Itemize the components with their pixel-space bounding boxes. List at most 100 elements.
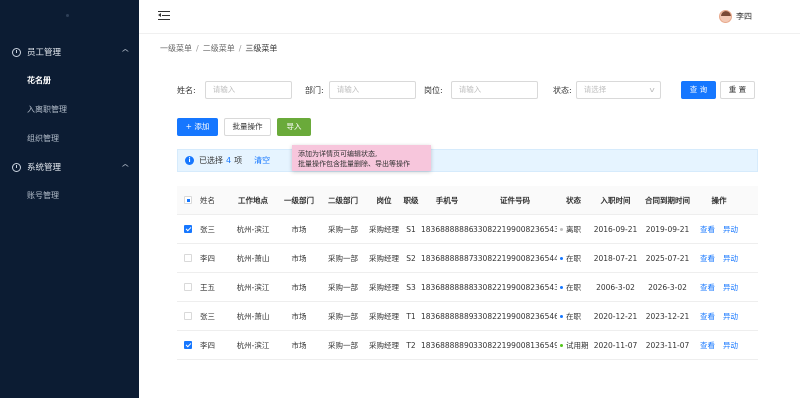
cell-dept2: 采购一部 — [328, 282, 358, 292]
cell-dept1: 市场 — [291, 282, 307, 292]
clock-icon — [12, 47, 21, 57]
checkbox — [184, 196, 192, 204]
header-cell: 职级 — [403, 195, 419, 205]
cell-id-number: 330822199008236546 — [473, 311, 557, 321]
breadcrumb-item[interactable]: 一级菜单 — [160, 44, 192, 53]
view-link[interactable]: 查看 — [700, 340, 715, 351]
cell-level: S1 — [406, 224, 416, 234]
cell-status: 在职 — [557, 282, 590, 293]
header-cell: 合同到期时间 — [645, 195, 690, 205]
cell-level: S2 — [406, 253, 416, 263]
name-label: 姓名: — [177, 85, 196, 95]
cell-dept2: 采购一部 — [328, 340, 358, 350]
nav-group-system[interactable]: 系统管理 ^ — [0, 153, 139, 181]
row-checkbox[interactable] — [177, 254, 199, 262]
cell-expire-date: 2023-11-07 — [645, 340, 690, 350]
row-checkbox[interactable] — [177, 312, 199, 320]
cell-position: 采购经理 — [369, 282, 399, 292]
header-cell: 姓名 — [200, 195, 215, 205]
cell-expire-date: 2023-12-21 — [645, 311, 690, 321]
position-label: 岗位: — [424, 85, 443, 95]
status-dot — [560, 228, 563, 231]
cell-location: 杭州-萧山 — [236, 253, 270, 263]
logo-area — [0, 0, 139, 34]
cell-phone: 18368888886 — [421, 224, 473, 234]
nav-item-accounts[interactable]: 账号管理 — [0, 181, 139, 210]
status-select[interactable]: 请选择 v — [575, 81, 661, 99]
user-menu[interactable]: 李四 — [719, 10, 752, 23]
cell-entry-date: 2020-11-07 — [593, 340, 638, 350]
table-row: 李四 杭州-萧山 市场 采购一部 采购经理 S2 18368888887 3308221990… — [177, 244, 758, 273]
status-text: 在职 — [566, 253, 581, 263]
row-checkbox[interactable] — [177, 283, 199, 291]
add-button[interactable]: + 添加 — [177, 118, 218, 136]
status-dot — [560, 344, 563, 347]
nav-item-organization[interactable]: 组织管理 — [0, 124, 139, 153]
change-link[interactable]: 异动 — [723, 340, 738, 351]
cell-status: 离职 — [557, 224, 590, 235]
cell-name: 张三 — [200, 224, 215, 234]
view-link[interactable]: 查看 — [700, 311, 715, 322]
dept-input[interactable]: 请输入 — [328, 81, 416, 99]
cell-position: 采购经理 — [369, 340, 399, 350]
cell-id-number: 330822199008136549 — [473, 340, 557, 350]
status-text: 试用期 — [566, 340, 589, 350]
status-label: 状态: — [553, 85, 572, 95]
nav-group-employee[interactable]: 员工管理 ^ — [0, 38, 139, 66]
status-text: 离职 — [566, 224, 581, 234]
cell-expire-date: 2025-07-21 — [645, 253, 690, 263]
cell-id-number: 330822199008236544 — [473, 253, 557, 263]
selection-alert: i 已选择 4 项 清空 — [177, 149, 758, 172]
cell-phone: 18368888887 — [421, 253, 473, 263]
annotation-tooltip: 添加为详情页可编辑状态, 批量操作包含批量删除、导出等操作 — [292, 145, 431, 171]
info-icon: i — [185, 156, 194, 165]
breadcrumb-item: 三级菜单 — [245, 44, 278, 53]
batch-operation-button[interactable]: 批量操作 — [224, 118, 271, 136]
name-input[interactable]: 请输入 — [204, 81, 292, 99]
checkbox — [184, 283, 192, 291]
status-select-placeholder: 请选择 — [583, 85, 607, 94]
dept-label: 部门: — [305, 85, 324, 95]
checkbox — [184, 341, 192, 349]
cell-id-number: 330822199008236543 — [473, 224, 557, 234]
view-link[interactable]: 查看 — [700, 282, 715, 293]
reset-button[interactable]: 重 置 — [720, 81, 755, 99]
selection-prefix: 已选择 — [199, 156, 223, 165]
cell-level: S3 — [406, 282, 416, 292]
cell-status: 试用期 — [557, 340, 590, 351]
select-all-checkbox[interactable] — [177, 196, 199, 204]
view-link[interactable]: 查看 — [700, 224, 715, 235]
tooltip-line: 批量操作包含批量删除、导出等操作 — [298, 160, 410, 168]
query-button[interactable]: 查 询 — [681, 81, 716, 99]
header-cell: 一级部门 — [284, 195, 314, 205]
cell-operations: 查看 异动 — [694, 253, 744, 264]
change-link[interactable]: 异动 — [723, 311, 738, 322]
cell-location: 杭州-滨江 — [236, 282, 270, 292]
view-link[interactable]: 查看 — [700, 253, 715, 264]
clear-selection-link[interactable]: 清空 — [254, 155, 270, 166]
menu-fold-icon[interactable] — [158, 11, 170, 21]
filter-status: 状态: 请选择 v — [553, 81, 661, 99]
change-link[interactable]: 异动 — [723, 282, 738, 293]
cell-name: 李四 — [200, 340, 215, 350]
import-button[interactable]: 导入 — [277, 118, 311, 136]
change-link[interactable]: 异动 — [723, 224, 738, 235]
nav-item-roster[interactable]: 花名册 — [0, 66, 139, 95]
row-checkbox[interactable] — [177, 225, 199, 233]
nav-item-onboarding[interactable]: 入离职管理 — [0, 95, 139, 124]
cell-entry-date: 2018-07-21 — [593, 253, 638, 263]
table-row: 张三 杭州-萧山 市场 采购一部 采购经理 T1 18368888889 3308221990… — [177, 302, 758, 331]
table-body: 张三 杭州-滨江 市场 采购一部 采购经理 S1 18368888886 3308221990… — [177, 215, 758, 360]
cell-position: 采购经理 — [369, 311, 399, 321]
cell-dept2: 采购一部 — [328, 311, 358, 321]
filter-dept: 部门: 请输入 — [305, 81, 416, 99]
cell-entry-date: 2016-09-21 — [593, 224, 638, 234]
cell-location: 杭州-滨江 — [236, 224, 270, 234]
row-checkbox[interactable] — [177, 341, 199, 349]
position-input[interactable]: 请输入 — [450, 81, 538, 99]
change-link[interactable]: 异动 — [723, 253, 738, 264]
logo-icon — [66, 14, 69, 17]
breadcrumb-item[interactable]: 二级菜单 — [203, 44, 235, 53]
chevron-down-icon: v — [648, 86, 655, 94]
cell-operations: 查看 异动 — [694, 311, 744, 322]
